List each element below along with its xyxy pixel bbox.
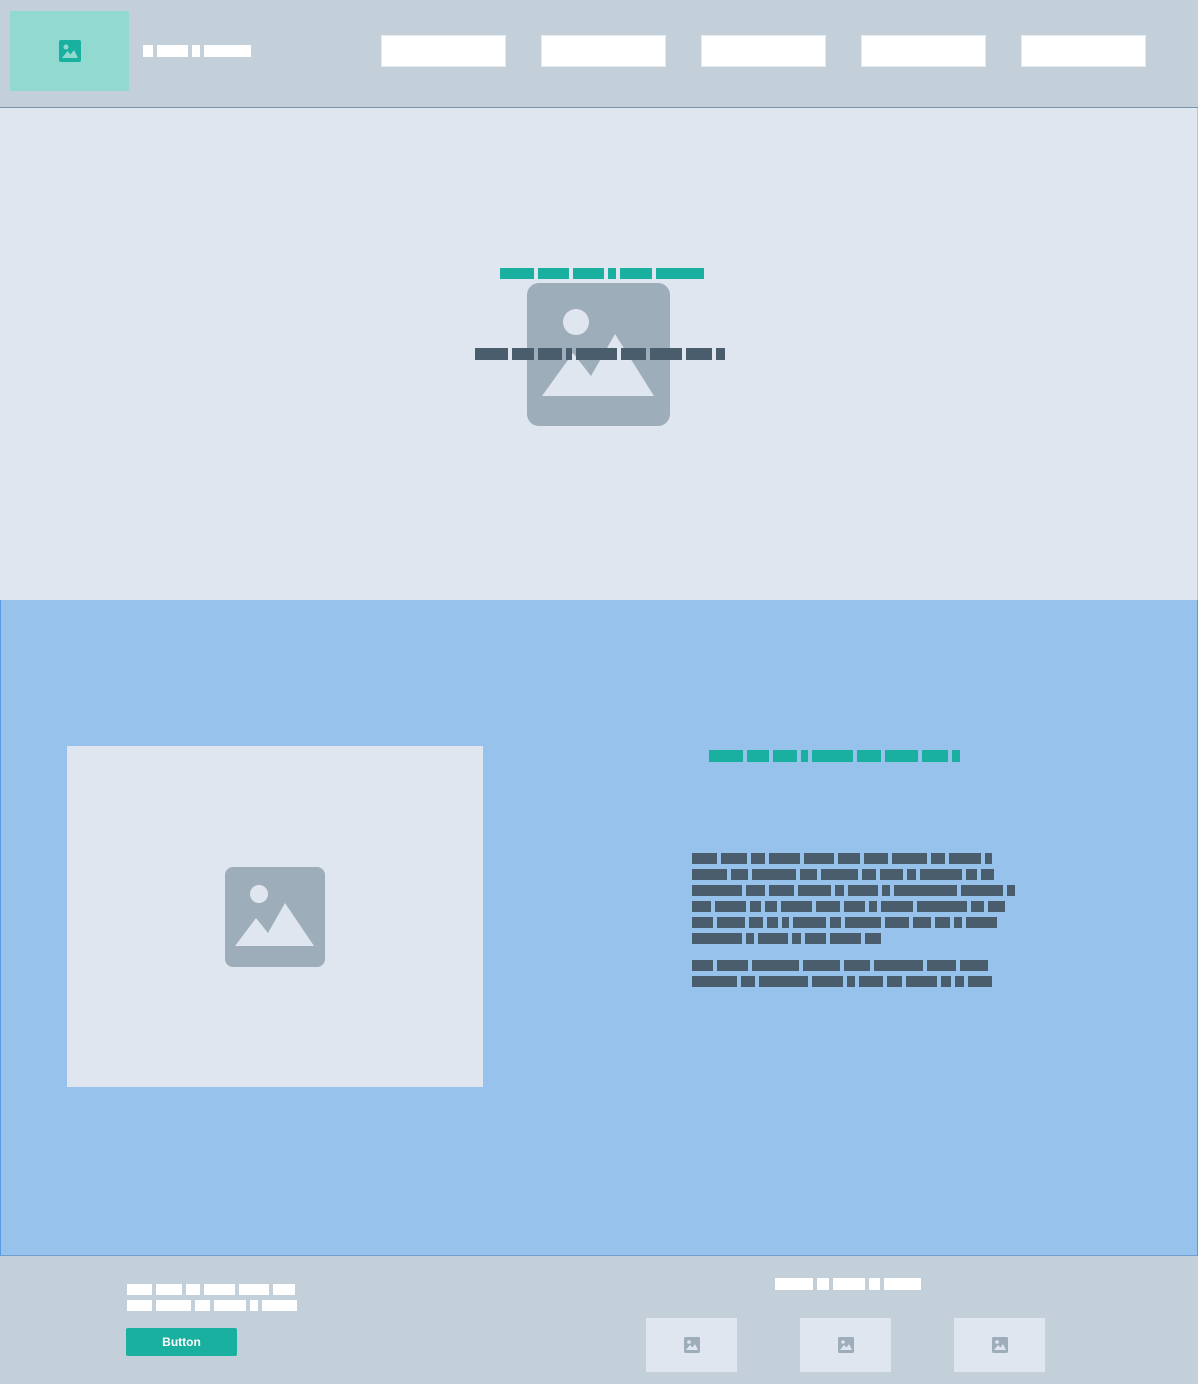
text-line: [692, 853, 1015, 864]
thumbnail-list: [646, 1318, 1045, 1372]
text-line: [692, 917, 1015, 928]
text-line: [692, 885, 1015, 896]
thumbnail-1[interactable]: [646, 1318, 737, 1372]
text-line: [692, 976, 1015, 987]
image-icon: [58, 40, 81, 62]
text-line: [127, 1300, 297, 1311]
footer-heading-placeholder: [775, 1278, 921, 1290]
image-placeholder-icon: [225, 866, 325, 967]
brand-name-placeholder: [143, 45, 251, 57]
main-nav: [381, 35, 1146, 67]
footer-button[interactable]: Button: [126, 1328, 237, 1356]
image-icon: [683, 1337, 700, 1353]
nav-item-3[interactable]: [701, 35, 826, 67]
text-line: [692, 933, 1015, 944]
feature-eyebrow-placeholder: [709, 750, 960, 762]
nav-item-1[interactable]: [381, 35, 506, 67]
text-line: [692, 901, 1015, 912]
thumbnail-2[interactable]: [800, 1318, 891, 1372]
hero-eyebrow-placeholder: [500, 268, 704, 279]
feature-image: [67, 746, 483, 1087]
thumbnail-3[interactable]: [954, 1318, 1045, 1372]
site-header: [0, 0, 1198, 108]
nav-item-2[interactable]: [541, 35, 666, 67]
footer-text-placeholder: [127, 1284, 297, 1316]
text-line: [127, 1284, 297, 1295]
image-icon: [991, 1337, 1008, 1353]
nav-item-4[interactable]: [861, 35, 986, 67]
site-footer: Button: [0, 1256, 1198, 1384]
logo[interactable]: [10, 11, 129, 91]
nav-item-5[interactable]: [1021, 35, 1146, 67]
hero-title-placeholder: [475, 348, 725, 360]
feature-section: [0, 600, 1198, 1256]
image-icon: [837, 1337, 854, 1353]
feature-body-placeholder: [692, 853, 1015, 992]
text-line: [692, 960, 1015, 971]
hero-section: [0, 108, 1198, 600]
text-line: [692, 869, 1015, 880]
